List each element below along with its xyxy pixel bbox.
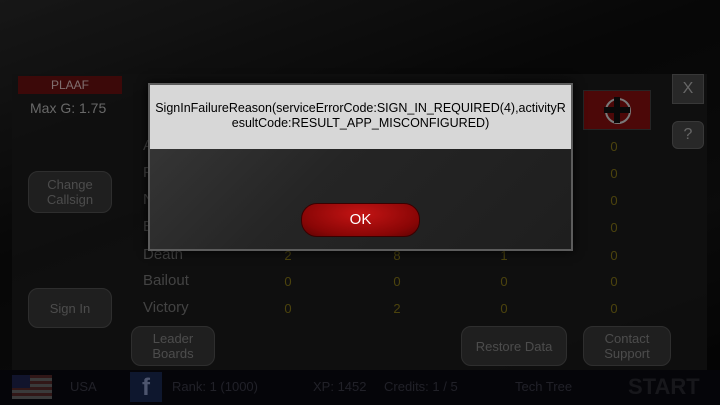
ok-button[interactable]: OK xyxy=(301,203,420,237)
error-dialog: SignInFailureReason(serviceErrorCode:SIG… xyxy=(148,83,573,251)
dialog-message-area: SignInFailureReason(serviceErrorCode:SIG… xyxy=(150,85,571,149)
dialog-message: SignInFailureReason(serviceErrorCode:SIG… xyxy=(155,101,566,130)
